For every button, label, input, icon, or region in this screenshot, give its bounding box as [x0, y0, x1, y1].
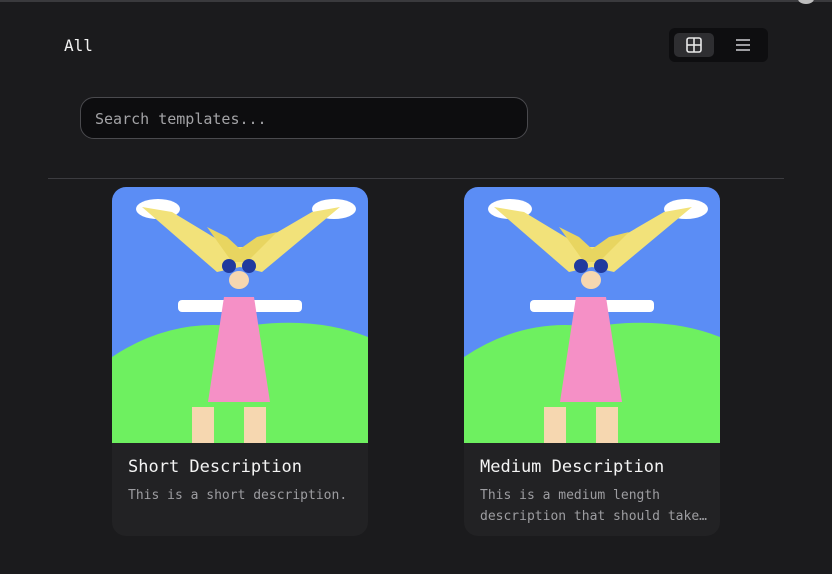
window-top-border: [0, 0, 832, 2]
section-divider: [48, 178, 784, 179]
cartoon-girl-image: [464, 187, 720, 443]
card-description: This is a medium length description that…: [480, 488, 700, 524]
search-input[interactable]: [93, 98, 519, 140]
search-box: [80, 97, 528, 140]
grid-icon: [686, 37, 702, 53]
cartoon-girl-image: [112, 187, 368, 443]
card-title: Medium Description: [480, 457, 665, 477]
card-title: Short Description: [128, 457, 302, 477]
window-corner-indicator: [798, 0, 814, 4]
view-toggle: [669, 28, 768, 62]
list-icon: [736, 39, 750, 51]
card-description: This is a short description.: [128, 488, 348, 503]
list-view-button[interactable]: [723, 33, 763, 57]
template-card[interactable]: Medium Description This is a medium leng…: [464, 187, 720, 536]
grid-view-button[interactable]: [674, 33, 714, 57]
template-card[interactable]: Short Description This is a short descri…: [112, 187, 368, 536]
filter-label[interactable]: All: [64, 36, 93, 55]
